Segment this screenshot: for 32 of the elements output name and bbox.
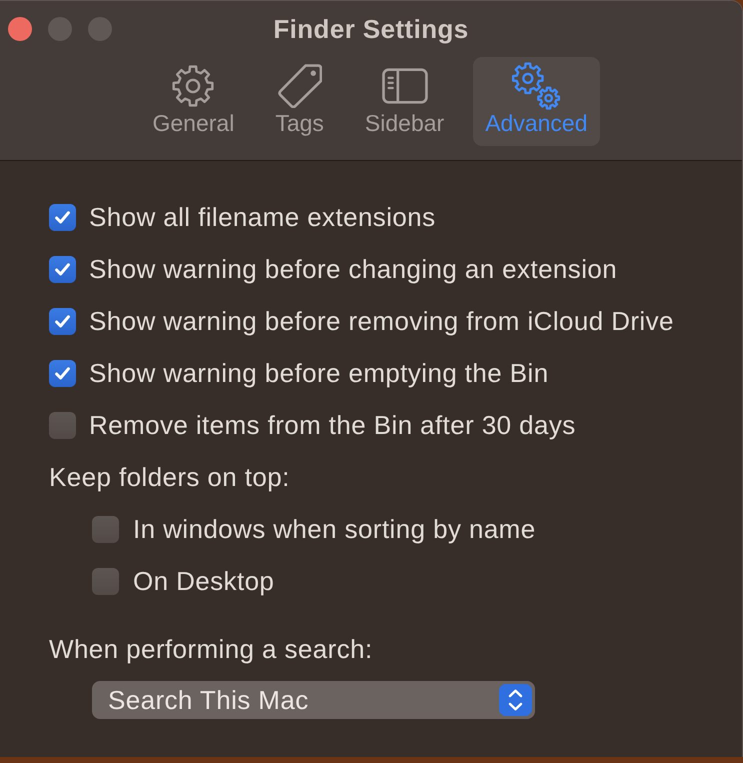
- option-label: In windows when sorting by name: [133, 514, 536, 544]
- two-gears-icon: [511, 62, 562, 110]
- option-label: Show warning before emptying the Bin: [89, 358, 549, 388]
- window-title: Finder Settings: [273, 14, 469, 44]
- checkmark-icon: [55, 366, 70, 380]
- section-label: Keep folders on top:: [49, 462, 290, 492]
- checkbox[interactable]: [49, 360, 76, 386]
- checkbox[interactable]: [92, 568, 119, 594]
- checkmark-icon: [55, 210, 70, 224]
- option-label: Remove items from the Bin after 30 days: [89, 410, 576, 440]
- checkmark-icon: [55, 262, 70, 276]
- sidebar-icon: [382, 68, 428, 104]
- checkbox[interactable]: [49, 256, 76, 282]
- checkmark-icon: [55, 314, 70, 328]
- checkbox[interactable]: [49, 204, 76, 230]
- checkbox[interactable]: [49, 412, 76, 438]
- section-label: When performing a search:: [49, 634, 373, 664]
- option-label: Show warning before removing from iCloud Drive: [89, 306, 674, 336]
- search-scope-popup[interactable]: Search This Mac: [92, 681, 535, 719]
- tab[interactable]: Tags: [263, 57, 336, 146]
- gear-icon: [172, 65, 214, 107]
- tag-icon: [278, 64, 322, 108]
- checkbox[interactable]: [49, 308, 76, 334]
- option-label: On Desktop: [133, 566, 274, 596]
- tab[interactable]: Sidebar: [352, 57, 456, 146]
- close-button[interactable]: [8, 17, 32, 41]
- up-down-chevron-icon: [499, 684, 532, 716]
- option-label: Show all filename extensions: [89, 202, 436, 232]
- option-label: Show warning before changing an extension: [89, 254, 618, 284]
- checkbox[interactable]: [92, 516, 119, 542]
- tab[interactable]: Advanced: [473, 57, 600, 146]
- tab[interactable]: General: [140, 57, 246, 146]
